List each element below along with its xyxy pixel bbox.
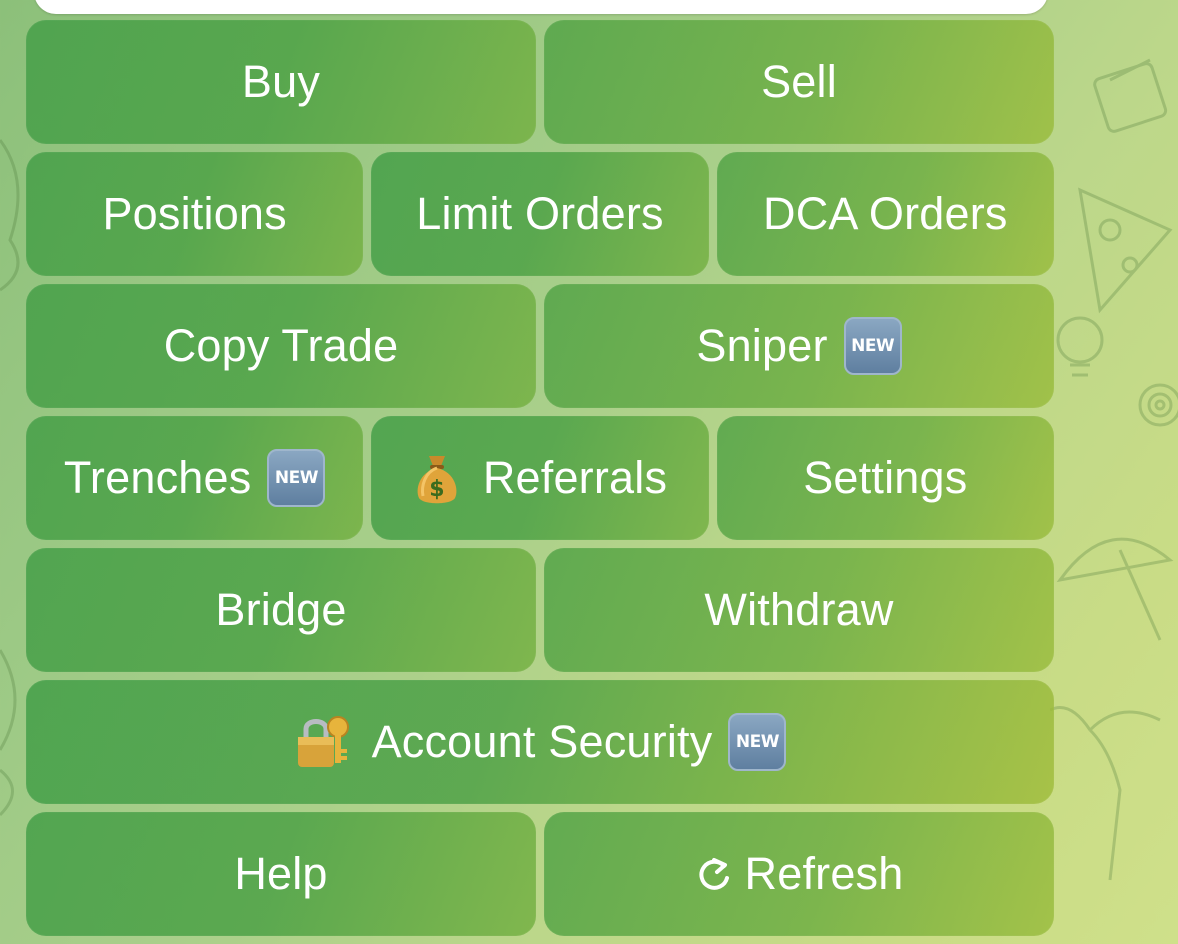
referrals-button[interactable]: $ Referrals bbox=[371, 416, 709, 540]
refresh-button-label: Refresh bbox=[744, 848, 904, 899]
bridge-button-label: Bridge bbox=[215, 584, 347, 635]
new-badge-icon: NEW bbox=[843, 317, 902, 375]
buy-button[interactable]: Buy bbox=[26, 20, 536, 144]
bridge-button[interactable]: Bridge bbox=[26, 548, 536, 672]
withdraw-button[interactable]: Withdraw bbox=[544, 548, 1054, 672]
inline-keyboard: Buy Sell Positions Limit Orders DCA Orde… bbox=[26, 20, 1054, 944]
dca-orders-button-label: DCA Orders bbox=[763, 188, 1008, 239]
sniper-button-label: Sniper bbox=[696, 320, 828, 371]
keyboard-row: Account Security NEW bbox=[26, 680, 1054, 804]
positions-button-label: Positions bbox=[102, 188, 287, 239]
bulb-doodle-icon bbox=[1056, 316, 1104, 377]
help-button-label: Help bbox=[234, 848, 328, 899]
sell-button-label: Sell bbox=[761, 56, 837, 107]
palm-doodle-icon bbox=[1050, 706, 1161, 881]
sell-button[interactable]: Sell bbox=[544, 20, 1054, 144]
refresh-icon bbox=[695, 854, 733, 894]
referrals-button-label: Referrals bbox=[482, 452, 668, 503]
keyboard-row: Buy Sell bbox=[26, 20, 1054, 144]
trenches-button[interactable]: Trenches NEW bbox=[26, 416, 364, 540]
account-security-button-label: Account Security bbox=[371, 716, 713, 767]
svg-text:$: $ bbox=[429, 477, 445, 502]
limit-orders-button-label: Limit Orders bbox=[416, 188, 664, 239]
account-security-button[interactable]: Account Security NEW bbox=[26, 680, 1054, 804]
settings-button-label: Settings bbox=[803, 452, 968, 503]
pizza-doodle-icon bbox=[1078, 187, 1173, 314]
withdraw-button-label: Withdraw bbox=[704, 584, 894, 635]
keyboard-row: Bridge Withdraw bbox=[26, 548, 1054, 672]
keyboard-row: Positions Limit Orders DCA Orders bbox=[26, 152, 1054, 276]
copy-trade-button[interactable]: Copy Trade bbox=[26, 284, 536, 408]
spiral-doodle-icon bbox=[1138, 383, 1178, 427]
keyboard-row: Trenches NEW $ Referrals Settings bbox=[26, 416, 1054, 540]
message-bubble bbox=[34, 0, 1048, 14]
keyboard-row: Help Refresh bbox=[26, 812, 1054, 936]
limit-orders-button[interactable]: Limit Orders bbox=[371, 152, 709, 276]
help-button[interactable]: Help bbox=[26, 812, 536, 936]
umbrella-doodle-icon bbox=[1056, 537, 1174, 641]
gift-doodle-icon bbox=[1093, 58, 1168, 133]
sniper-button[interactable]: Sniper NEW bbox=[544, 284, 1054, 408]
refresh-button[interactable]: Refresh bbox=[544, 812, 1054, 936]
copy-trade-button-label: Copy Trade bbox=[163, 320, 399, 371]
dca-orders-button[interactable]: DCA Orders bbox=[716, 152, 1054, 276]
keyboard-row: Copy Trade Sniper NEW bbox=[26, 284, 1054, 408]
new-badge-icon: NEW bbox=[728, 713, 787, 771]
positions-button[interactable]: Positions bbox=[26, 152, 364, 276]
lock-with-key-icon bbox=[294, 713, 352, 771]
new-badge-icon: NEW bbox=[267, 449, 326, 507]
buy-button-label: Buy bbox=[241, 56, 321, 107]
money-bag-icon: $ bbox=[413, 450, 461, 506]
trenches-button-label: Trenches bbox=[63, 452, 252, 503]
settings-button[interactable]: Settings bbox=[716, 416, 1054, 540]
